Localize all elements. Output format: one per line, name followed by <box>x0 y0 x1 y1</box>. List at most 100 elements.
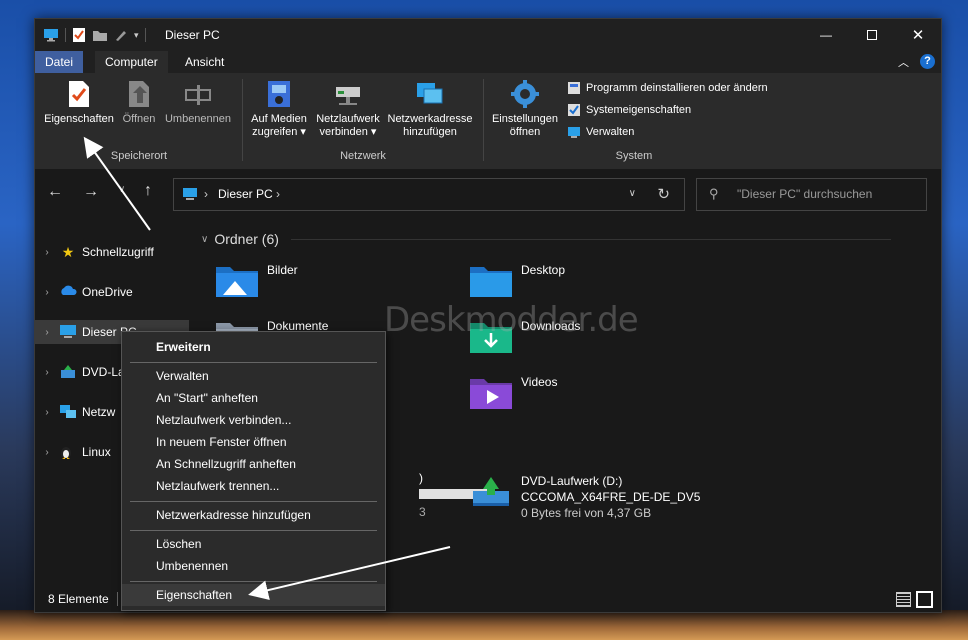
section-title: Ordner (6) <box>214 231 279 247</box>
drive-size: 3 <box>419 505 426 519</box>
settings-label-line1: Einstellungen <box>491 113 559 125</box>
back-arrow-icon[interactable]: ← <box>47 183 63 201</box>
media-label-line2: zugreifen <box>252 126 298 138</box>
star-icon: ★ <box>61 243 75 260</box>
media-icon <box>268 81 290 107</box>
linux-penguin-icon <box>61 447 71 459</box>
menu-item-map-network-drive[interactable]: Netzlaufwerk verbinden... <box>122 409 385 431</box>
tab-datei[interactable]: Datei <box>35 51 84 73</box>
details-view-icon[interactable] <box>896 592 911 607</box>
pictures-folder-icon <box>216 267 258 297</box>
folder-desktop[interactable]: Desktop <box>469 263 565 299</box>
network-icon <box>60 405 76 418</box>
uninstall-program-button[interactable]: Programm deinstallieren oder ändern <box>567 81 768 95</box>
menu-item-pin-quick-access[interactable]: An Schnellzugriff anheften <box>122 453 385 475</box>
menu-item-properties[interactable]: Eigenschaften <box>122 584 385 606</box>
dvd-drive-icon <box>473 477 509 506</box>
group-netzwerk: Netzwerk <box>340 150 386 162</box>
search-box[interactable]: ⚲ "Dieser PC" durchsuchen <box>696 178 927 211</box>
window-title: Dieser PC <box>165 28 220 42</box>
netaddr-label-line2: hinzufügen <box>403 126 457 138</box>
close-icon: ✕ <box>911 27 925 44</box>
toolbar-divider <box>65 28 66 42</box>
videos-folder-icon <box>470 379 512 409</box>
expand-chevron-icon[interactable]: › <box>35 447 59 458</box>
ribbon-divider <box>242 79 243 161</box>
context-menu: Erweitern Verwalten An "Start" anheften … <box>121 331 386 611</box>
computer-icon <box>60 325 76 338</box>
breadcrumb-chevron-icon[interactable]: › <box>276 187 280 201</box>
folder-bilder[interactable]: Bilder <box>215 263 298 299</box>
expand-chevron-icon[interactable]: › <box>35 247 59 258</box>
help-icon[interactable]: ? <box>920 54 935 69</box>
properties-qat-icon[interactable] <box>72 27 86 43</box>
folder-label: Videos <box>521 375 558 389</box>
add-network-location-button[interactable]: Netzwerkadresse hinzufügen <box>387 79 473 139</box>
uninstall-program-label: Programm deinstallieren oder ändern <box>586 82 768 94</box>
menu-item-disconnect-network-drive[interactable]: Netzlaufwerk trennen... <box>122 475 385 497</box>
maximize-button[interactable] <box>849 19 895 51</box>
close-button[interactable]: ✕ <box>895 19 941 51</box>
menu-item-rename[interactable]: Umbenennen <box>122 555 385 577</box>
refresh-icon[interactable]: ↻ <box>657 185 670 203</box>
breadcrumb-dieser-pc[interactable]: Dieser PC <box>218 187 273 201</box>
up-arrow-icon[interactable]: ↑ <box>144 182 152 200</box>
manage-label: Verwalten <box>586 126 635 138</box>
expand-chevron-icon[interactable]: › <box>35 287 59 298</box>
sidebar-item-schnellzugriff[interactable]: › ★ Schnellzugriff <box>35 240 189 264</box>
drive-dvd[interactable]: DVD-Laufwerk (D:) CCCOMA_X64FRE_DE-DE_DV… <box>469 473 700 521</box>
collapse-ribbon-chevron-icon[interactable]: ︿ <box>898 54 909 70</box>
address-bar[interactable]: › Dieser PC › ∨ ↻ <box>173 178 685 211</box>
collapse-chevron-icon: ∨ <box>201 233 209 245</box>
sidebar-item-label: DVD-La <box>82 365 125 379</box>
expand-chevron-icon[interactable]: › <box>35 327 59 338</box>
expand-chevron-icon[interactable]: › <box>35 367 59 378</box>
navigation-bar: ← → ∨ ↑ › Dieser PC › ∨ ↻ ⚲ "Dieser PC" … <box>35 169 941 219</box>
access-media-button[interactable]: Auf Medien zugreifen ▾ <box>247 79 311 139</box>
ribbon-divider <box>483 79 484 161</box>
tab-computer[interactable]: Computer <box>95 51 168 73</box>
folder-videos[interactable]: Videos <box>469 375 557 411</box>
properties-button[interactable]: Eigenschaften <box>41 79 117 126</box>
new-folder-qat-icon[interactable] <box>92 28 108 42</box>
sidebar-item-label: Linux <box>82 445 111 459</box>
manage-button[interactable]: Verwalten <box>567 125 634 139</box>
sidebar-item-onedrive[interactable]: › OneDrive <box>35 280 189 304</box>
map-network-drive-button[interactable]: Netzlaufwerk verbinden ▾ <box>314 79 382 139</box>
recent-locations-chevron-icon[interactable]: ∨ <box>118 184 125 195</box>
menu-item-add-network-location[interactable]: Netzwerkadresse hinzufügen <box>122 504 385 526</box>
ribbon: Eigenschaften Öffnen Umbenennen Speicher… <box>35 73 941 170</box>
folder-label: Desktop <box>521 263 566 277</box>
section-header-ordner[interactable]: ∨ Ordner (6) <box>201 231 891 247</box>
open-label: Öffnen <box>122 113 156 125</box>
menu-item-erweitern[interactable]: Erweitern <box>122 336 385 358</box>
menu-separator <box>130 362 377 363</box>
menu-item-pin-to-start[interactable]: An "Start" anheften <box>122 387 385 409</box>
menu-item-delete[interactable]: Löschen <box>122 533 385 555</box>
breadcrumb-separator-icon: › <box>204 187 208 201</box>
open-settings-button[interactable]: Einstellungen öffnen <box>488 79 562 139</box>
programs-icon <box>568 82 580 94</box>
menu-separator <box>130 501 377 502</box>
expand-chevron-icon[interactable]: › <box>35 407 59 418</box>
watermark-logo: Deskmodder.de <box>384 300 639 340</box>
minimize-button[interactable]: — <box>803 19 849 51</box>
group-speicherort: Speicherort <box>110 150 168 162</box>
rename-button[interactable]: Umbenennen <box>162 79 234 126</box>
large-icons-view-icon[interactable] <box>916 591 933 608</box>
address-history-chevron-icon[interactable]: ∨ <box>629 188 636 199</box>
rename-icon <box>185 85 211 105</box>
forward-arrow-icon[interactable]: → <box>83 183 99 201</box>
menu-item-verwalten[interactable]: Verwalten <box>122 365 385 387</box>
open-button[interactable]: Öffnen <box>119 79 159 126</box>
system-properties-button[interactable]: Systemeigenschaften <box>567 103 691 117</box>
computer-icon <box>183 188 197 200</box>
netdrive-label-line2: verbinden <box>319 126 368 138</box>
rename-qat-icon[interactable] <box>114 28 128 42</box>
menu-separator <box>130 530 377 531</box>
menu-item-open-new-window[interactable]: In neuem Fenster öffnen <box>122 431 385 453</box>
customize-qat-chevron-icon[interactable]: ▾ <box>134 30 139 41</box>
ribbon-tabs: Datei Computer Ansicht ︿ ? <box>35 51 941 73</box>
sidebar-item-label: Schnellzugriff <box>82 245 154 259</box>
tab-ansicht[interactable]: Ansicht <box>175 51 234 73</box>
